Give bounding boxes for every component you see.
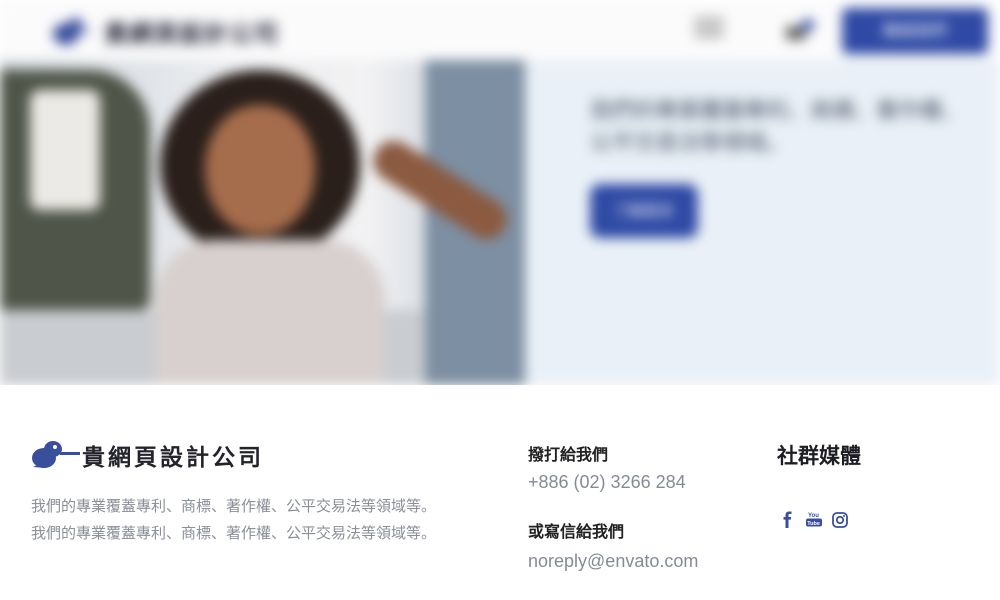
svg-text:Tube: Tube <box>807 521 820 527</box>
footer-logo-text[interactable]: 貴網頁設計公司 <box>82 438 264 472</box>
svg-text:You: You <box>808 513 819 519</box>
footer-description-line: 我們的專業覆蓋專利、商標、著作權、公平交易法等領域等。 <box>31 524 437 542</box>
youtube-icon[interactable]: You Tube <box>805 511 823 529</box>
hero-photo <box>0 60 525 385</box>
hero-text: 我們的專業覆蓋專利、商標、著作權、公平交易法等領域。 <box>590 99 965 156</box>
menu-icon[interactable] <box>694 18 724 42</box>
logo-icon <box>32 441 80 468</box>
email-heading: 或寫信給我們 <box>528 522 625 541</box>
hero-button[interactable]: 了解更多 <box>590 184 698 238</box>
header-cta-button[interactable]: 聯絡我們 <box>842 8 988 54</box>
phone-heading: 撥打給我們 <box>528 445 609 464</box>
social-heading: 社群媒體 <box>777 444 861 468</box>
instagram-icon[interactable] <box>831 511 849 529</box>
header-logo-text[interactable]: 貴網頁設計公司 <box>104 14 279 49</box>
footer-description-line: 我們的專業覆蓋專利、商標、著作權、公平交易法等領域等。 <box>31 497 437 515</box>
phone-number-link[interactable]: +886 (02) 3266 284 <box>528 472 686 493</box>
cart-icon[interactable] <box>784 18 814 44</box>
blurred-hero-section: 貴網頁設計公司 聯絡我們 我們的專業覆蓋專利、商標、著作權、公平交易法等領域。 … <box>0 0 1000 385</box>
hero-content: 我們的專業覆蓋專利、商標、著作權、公平交易法等領域。 了解更多 <box>525 60 1000 385</box>
facebook-icon[interactable] <box>779 511 797 529</box>
logo-icon <box>53 18 90 45</box>
site-footer: 貴網頁設計公司 我們的專業覆蓋專利、商標、著作權、公平交易法等領域等。 我們的專… <box>0 385 1000 600</box>
email-link[interactable]: noreply@envato.com <box>528 551 698 572</box>
footer-description: 我們的專業覆蓋專利、商標、著作權、公平交易法等領域等。 我們的專業覆蓋專利、商標… <box>31 493 436 547</box>
site-header: 貴網頁設計公司 聯絡我們 <box>0 0 1000 60</box>
